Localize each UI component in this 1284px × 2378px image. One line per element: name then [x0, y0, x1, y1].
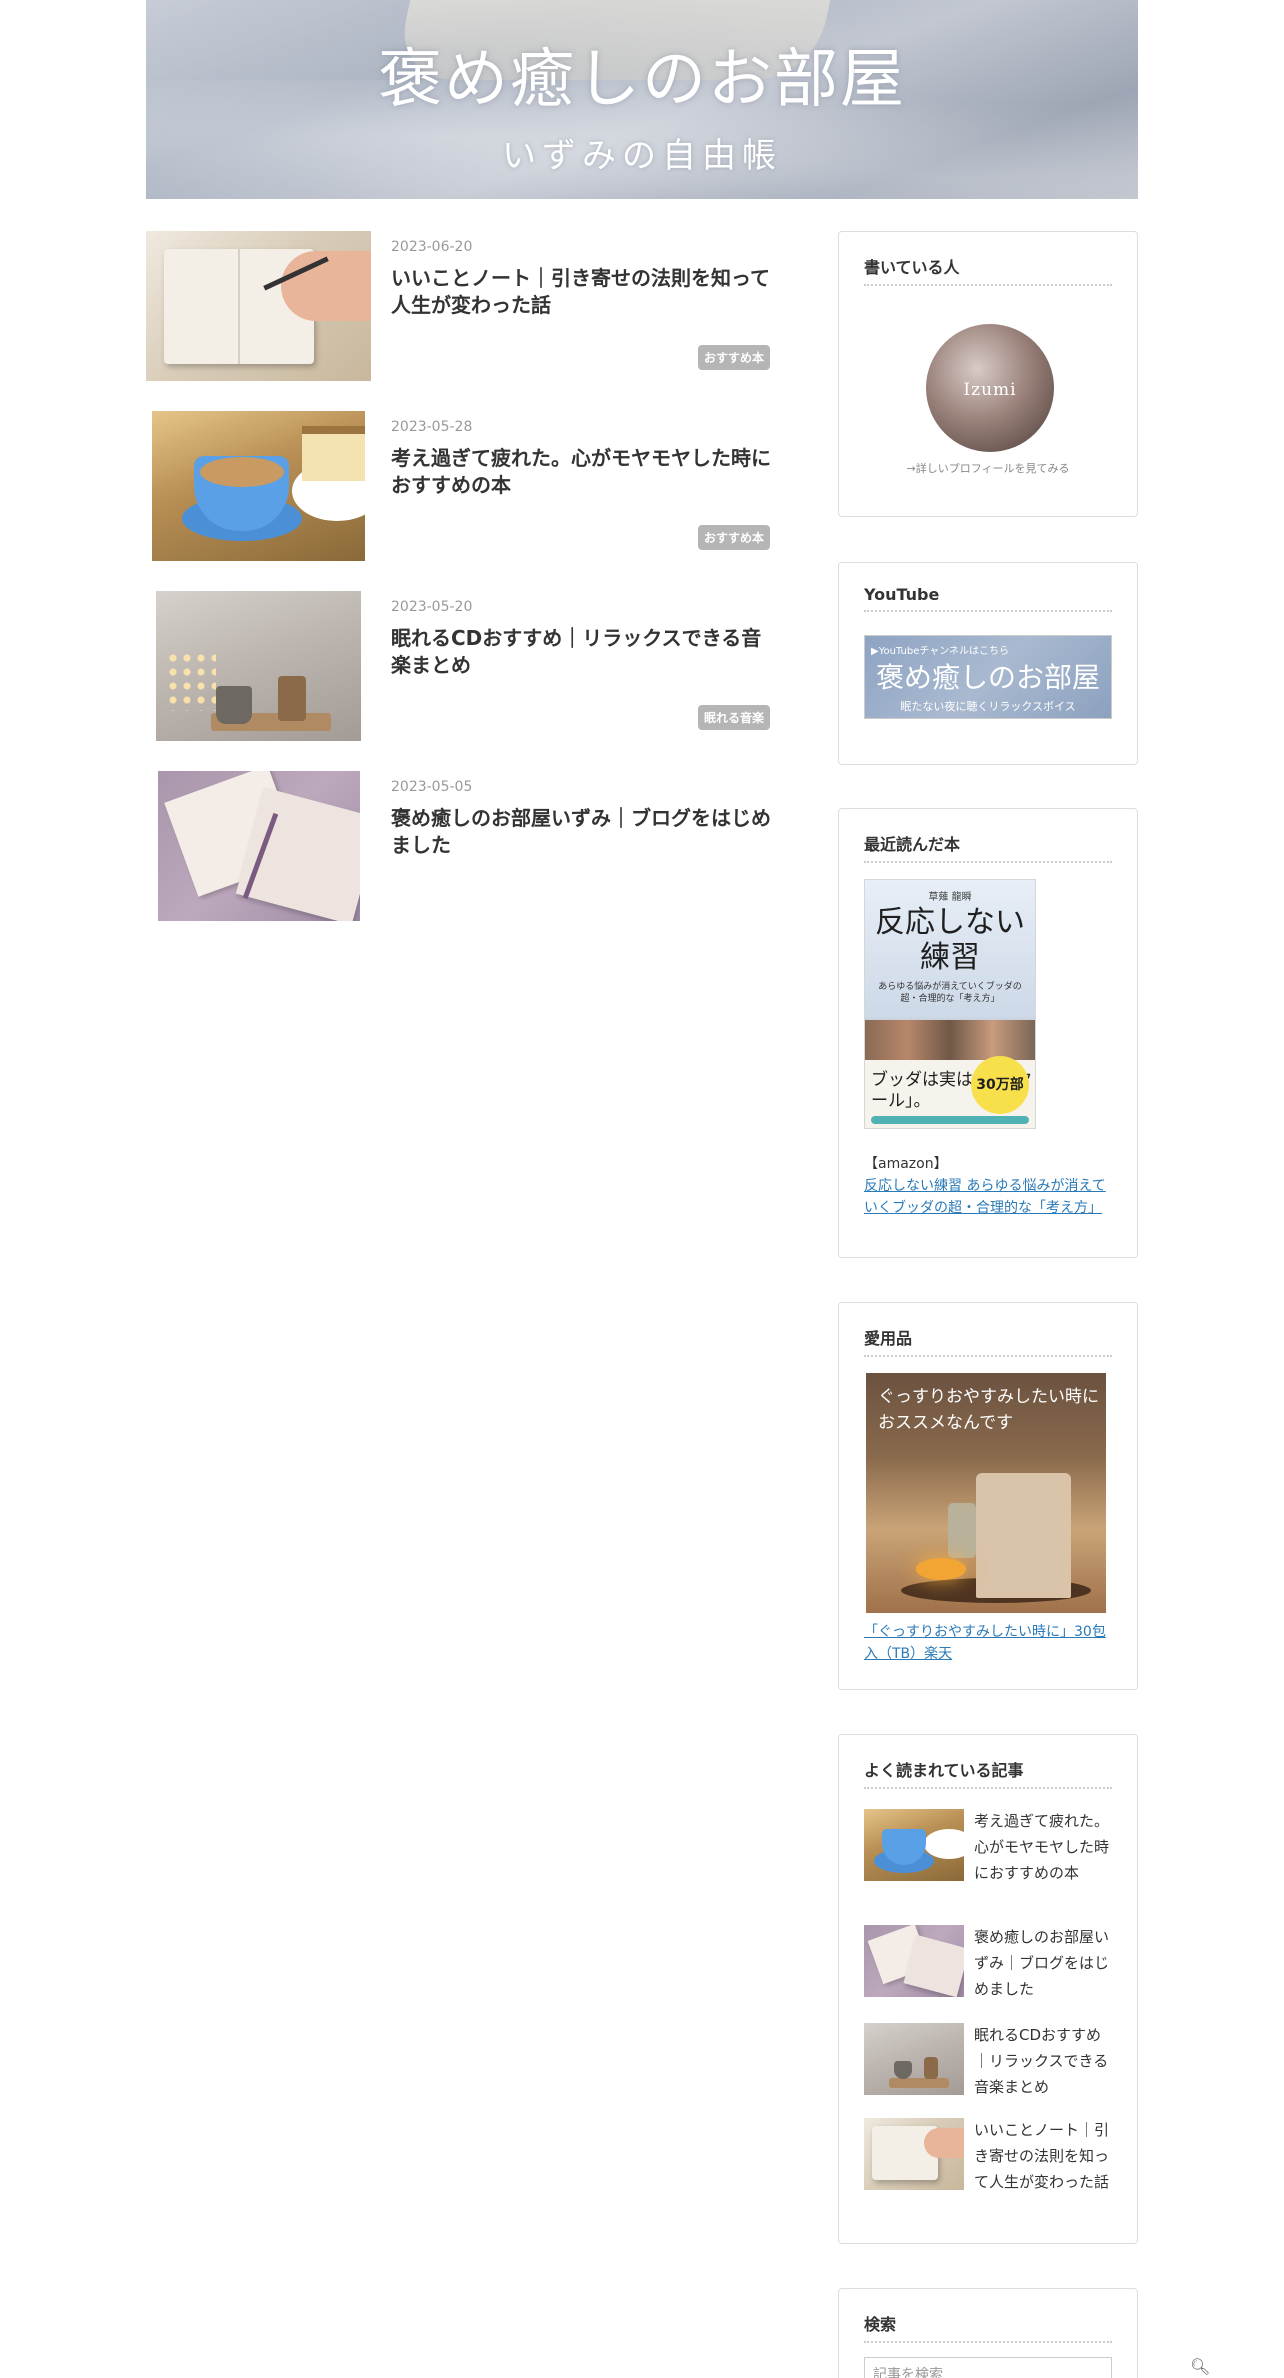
search-widget: 検索: [838, 2288, 1138, 2378]
popular-article-title[interactable]: 褒め癒しのお部屋いずみ｜ブログをはじめました: [974, 1925, 1114, 2002]
youtube-banner-tagline: 眠たない夜に聴くリラックスボイス: [900, 700, 1076, 713]
youtube-banner[interactable]: ▶YouTubeチャンネルはこちら 褒め癒しのお部屋 眠たない夜に聴くリラックス…: [864, 635, 1112, 719]
popular-article-thumbnail[interactable]: [864, 2118, 964, 2190]
widget-title: 最近読んだ本: [864, 831, 1112, 863]
widget-title: 愛用品: [864, 1325, 1112, 1357]
article-title[interactable]: いいことノート｜引き寄せの法則を知って人生が変わった話: [391, 265, 771, 319]
article-title[interactable]: 褒め癒しのお部屋いずみ｜ブログをはじめました: [391, 805, 771, 859]
category-tag[interactable]: おすすめ本: [697, 525, 770, 550]
popular-article-title[interactable]: 考え過ぎて疲れた。心がモヤモヤした時におすすめの本: [974, 1809, 1114, 1886]
popular-article-thumbnail[interactable]: [864, 1925, 964, 1997]
book-cover-title: 反応しない練習: [875, 905, 1025, 975]
amazon-label: 【amazon】: [864, 1156, 948, 1172]
article-thumbnail[interactable]: [146, 231, 371, 381]
search-input[interactable]: [864, 2357, 1112, 2378]
article-card[interactable]: 2023-06-20 いいことノート｜引き寄せの法則を知って人生が変わった話 お…: [146, 231, 770, 381]
product-photo[interactable]: ぐっすりおやすみしたい時におススメなんです: [866, 1373, 1106, 1613]
site-title[interactable]: 褒め癒しのお部屋: [146, 28, 1138, 120]
site-subtitle: いずみの自由帳: [502, 136, 782, 176]
widget-title: YouTube: [864, 585, 1112, 612]
favorites-widget: 愛用品 ぐっすりおやすみしたい時におススメなんです 「ぐっすりおやすみしたい時に…: [838, 1302, 1138, 1690]
article-card[interactable]: 2023-05-20 眠れるCDおすすめ｜リラックスできる音楽まとめ 眠れる音楽: [146, 591, 770, 741]
product-link[interactable]: 「ぐっすりおやすみしたい時に」30包入（TB）楽天: [864, 1621, 1114, 1666]
book-cover-band: [871, 1116, 1029, 1124]
youtube-widget: YouTube ▶YouTubeチャンネルはこちら 褒め癒しのお部屋 眠たない夜…: [838, 562, 1138, 765]
article-date: 2023-05-05: [391, 779, 473, 795]
article-date: 2023-05-28: [391, 419, 473, 435]
search-button[interactable]: 🔍︎: [1190, 2357, 1210, 2377]
product-photo-copy: ぐっすりおやすみしたい時におススメなんです: [878, 1387, 1099, 1433]
article-title[interactable]: 考え過ぎて疲れた。心がモヤモヤした時におすすめの本: [391, 445, 771, 499]
article-thumbnail[interactable]: [156, 591, 361, 741]
book-cover[interactable]: 草薙 龍瞬 反応しない練習 あらゆる悩みが消えていくブッダの超・合理的な「考え方…: [864, 879, 1036, 1129]
popular-article-title[interactable]: いいことノート｜引き寄せの法則を知って人生が変わった話: [974, 2118, 1114, 2195]
youtube-banner-name: 褒め癒しのお部屋: [875, 661, 1100, 694]
avatar[interactable]: Izumi: [926, 324, 1054, 452]
popular-article-thumbnail[interactable]: [864, 1809, 964, 1881]
widget-title: 検索: [864, 2311, 1112, 2343]
widget-title: よく読まれている記事: [864, 1757, 1112, 1789]
article-date: 2023-06-20: [391, 239, 473, 255]
site-header[interactable]: 褒め癒しのお部屋 いずみの自由帳: [146, 0, 1138, 199]
recent-book-widget: 最近読んだ本 草薙 龍瞬 反応しない練習 あらゆる悩みが消えていくブッダの超・合…: [838, 808, 1138, 1258]
article-card[interactable]: 2023-05-05 褒め癒しのお部屋いずみ｜ブログをはじめました: [146, 771, 771, 921]
book-cover-city: [865, 1020, 1035, 1060]
article-date: 2023-05-20: [391, 599, 473, 615]
category-tag[interactable]: おすすめ本: [697, 345, 770, 370]
article-title[interactable]: 眠れるCDおすすめ｜リラックスできる音楽まとめ: [391, 625, 771, 679]
book-sales-badge: 30万部: [971, 1056, 1029, 1114]
article-thumbnail[interactable]: [152, 411, 365, 561]
book-cover-subtitle: あらゆる悩みが消えていくブッダの超・合理的な「考え方」: [878, 982, 1022, 1004]
author-widget: 書いている人 Izumi →詳しいプロフィールを見てみる: [838, 231, 1138, 517]
youtube-banner-caption: ▶YouTubeチャンネルはこちら: [871, 646, 1010, 657]
amazon-book-link[interactable]: 反応しない練習 あらゆる悩みが消えていくブッダの超・合理的な「考え方」: [864, 1175, 1114, 1220]
article-card[interactable]: 2023-05-28 考え過ぎて疲れた。心がモヤモヤした時におすすめの本 おすす…: [146, 411, 771, 561]
search-icon: 🔍︎: [1190, 2359, 1211, 2376]
book-author: 草薙 龍瞬: [928, 892, 972, 903]
popular-article-thumbnail[interactable]: [864, 2023, 964, 2095]
profile-link[interactable]: →詳しいプロフィールを見てみる: [839, 460, 1137, 476]
widget-title: 書いている人: [864, 254, 1112, 286]
popular-article-title[interactable]: 眠れるCDおすすめ｜リラックスできる音楽まとめ: [974, 2023, 1114, 2100]
article-thumbnail[interactable]: [158, 771, 360, 921]
popular-articles-widget: よく読まれている記事 考え過ぎて疲れた。心がモヤモヤした時におすすめの本 褒め癒…: [838, 1734, 1138, 2244]
avatar-name: Izumi: [963, 380, 1017, 400]
category-tag[interactable]: 眠れる音楽: [697, 705, 770, 730]
